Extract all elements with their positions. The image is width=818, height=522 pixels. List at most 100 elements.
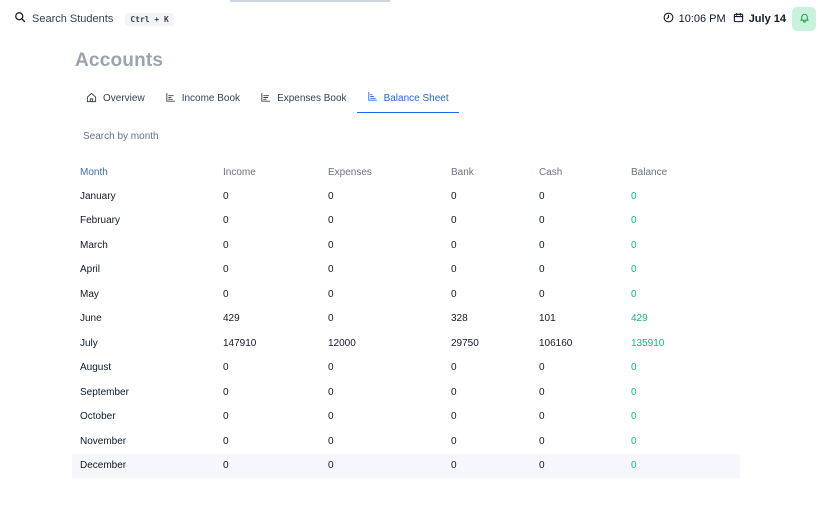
tab-income-book[interactable]: Income Book xyxy=(155,84,250,113)
date-display: July 14 xyxy=(733,10,786,28)
cell-income: 0 xyxy=(223,435,229,447)
cell-cash: 0 xyxy=(539,453,631,478)
table-row: October 0 0 0 0 0 xyxy=(72,405,740,430)
cell-expenses: 0 xyxy=(328,386,334,398)
tab-overview[interactable]: Overview xyxy=(76,84,155,113)
cell-bank: 328 xyxy=(451,313,468,325)
cell-cash: 0 xyxy=(539,215,545,227)
cell-bank: 0 xyxy=(451,386,457,398)
tab-balance-sheet[interactable]: Balance Sheet xyxy=(356,84,459,113)
column-header-expenses: Expenses xyxy=(328,166,372,178)
cell-expenses: 0 xyxy=(328,435,334,447)
search-students-button[interactable]: Search Students Ctrl + K xyxy=(14,9,174,29)
table-row: January 0 0 0 0 0 xyxy=(72,184,740,209)
cell-cash: 0 xyxy=(539,411,545,423)
table-row: April 0 0 0 0 0 xyxy=(72,258,740,283)
chart-icon xyxy=(260,92,271,106)
cell-month: November xyxy=(80,435,127,447)
cell-bank: 0 xyxy=(451,264,457,276)
cell-month: February xyxy=(80,215,121,227)
cell-expenses: 0 xyxy=(328,239,334,251)
current-time: 10:06 PM xyxy=(678,13,726,25)
clock: 10:06 PM xyxy=(663,10,726,28)
column-header-bank: Bank xyxy=(451,166,474,178)
table-row: March 0 0 0 0 0 xyxy=(72,233,740,258)
cell-expenses: 0 xyxy=(328,313,334,325)
cell-balance: 0 xyxy=(631,362,637,374)
search-icon xyxy=(14,10,26,28)
cell-expenses: 0 xyxy=(328,411,334,423)
column-header-month: Month xyxy=(80,166,108,178)
table-header-row: Month Income Expenses Bank Cash Balance xyxy=(72,160,740,184)
table-row: May 0 0 0 0 0 xyxy=(72,282,740,307)
table-row: December 0 0 0 0 0 xyxy=(72,453,740,478)
table-row: August 0 0 0 0 0 xyxy=(72,356,740,381)
table-row: July 147910 12000 29750 106160 135910 xyxy=(72,331,740,356)
cell-income: 0 xyxy=(223,362,229,374)
cell-balance: 0 xyxy=(631,239,637,251)
cell-balance: 429 xyxy=(631,313,648,325)
cell-month: September xyxy=(80,386,129,398)
cell-bank: 0 xyxy=(451,239,457,251)
chart-icon xyxy=(165,92,176,106)
cell-bank: 29750 xyxy=(451,337,479,349)
cell-balance: 0 xyxy=(631,411,637,423)
cell-month: July xyxy=(80,337,98,349)
home-icon xyxy=(86,92,97,106)
cell-income: 0 xyxy=(223,453,328,478)
cell-month: August xyxy=(80,362,112,374)
table-row: November 0 0 0 0 0 xyxy=(72,429,740,454)
tab-expenses-book[interactable]: Expenses Book xyxy=(250,84,357,113)
cell-month: June xyxy=(80,313,102,325)
cell-balance: 0 xyxy=(631,288,637,300)
chart-icon xyxy=(367,91,378,105)
cell-expenses: 0 xyxy=(328,215,334,227)
cell-income: 0 xyxy=(223,190,229,202)
cell-bank: 0 xyxy=(451,288,457,300)
cell-expenses: 0 xyxy=(328,362,334,374)
cell-month: April xyxy=(80,264,101,276)
table-row: September 0 0 0 0 0 xyxy=(72,380,740,405)
tab-label: Income Book xyxy=(181,93,241,104)
cell-balance: 135910 xyxy=(631,337,665,349)
top-accent-line xyxy=(230,0,390,2)
balance-sheet-table: Month Income Expenses Bank Cash Balance … xyxy=(72,160,740,478)
cell-cash: 0 xyxy=(539,239,545,251)
cell-bank: 0 xyxy=(451,453,539,478)
cell-month: December xyxy=(72,453,223,478)
keyboard-shortcut-badge: Ctrl + K xyxy=(125,12,174,26)
page-title: Accounts xyxy=(75,50,164,71)
table-row: February 0 0 0 0 0 xyxy=(72,209,740,234)
cell-expenses: 12000 xyxy=(328,337,356,349)
top-bar: Search Students Ctrl + K 10:06 PM July 1… xyxy=(0,0,818,38)
column-header-income: Income xyxy=(223,166,256,178)
cell-month: May xyxy=(80,288,99,300)
calendar-icon xyxy=(733,10,744,28)
cell-cash: 0 xyxy=(539,435,545,447)
table-row: June 429 0 328 101 429 xyxy=(72,307,740,332)
cell-cash: 0 xyxy=(539,264,545,276)
cell-balance: 0 xyxy=(631,386,637,398)
tab-label: Expenses Book xyxy=(277,93,347,104)
cell-income: 0 xyxy=(223,239,229,251)
cell-income: 0 xyxy=(223,215,229,227)
cell-expenses: 0 xyxy=(328,190,334,202)
cell-cash: 101 xyxy=(539,313,556,325)
cell-month: October xyxy=(80,411,116,423)
tab-bar: Overview Income Book Expenses Book Balan… xyxy=(76,84,459,114)
search-by-month-input[interactable] xyxy=(76,126,336,146)
cell-expenses: 0 xyxy=(328,453,451,478)
cell-balance: 0 xyxy=(631,190,637,202)
cell-month: March xyxy=(80,239,108,251)
current-date: July 14 xyxy=(748,13,786,25)
cell-cash: 0 xyxy=(539,386,545,398)
column-header-balance: Balance xyxy=(631,166,668,178)
cell-income: 147910 xyxy=(223,337,257,349)
bell-icon xyxy=(799,10,810,28)
cell-income: 429 xyxy=(223,313,240,325)
notifications-button[interactable] xyxy=(792,7,816,31)
cell-balance: 0 xyxy=(631,264,637,276)
search-students-label: Search Students xyxy=(32,13,114,25)
clock-icon xyxy=(663,10,674,28)
cell-balance: 0 xyxy=(631,453,740,478)
